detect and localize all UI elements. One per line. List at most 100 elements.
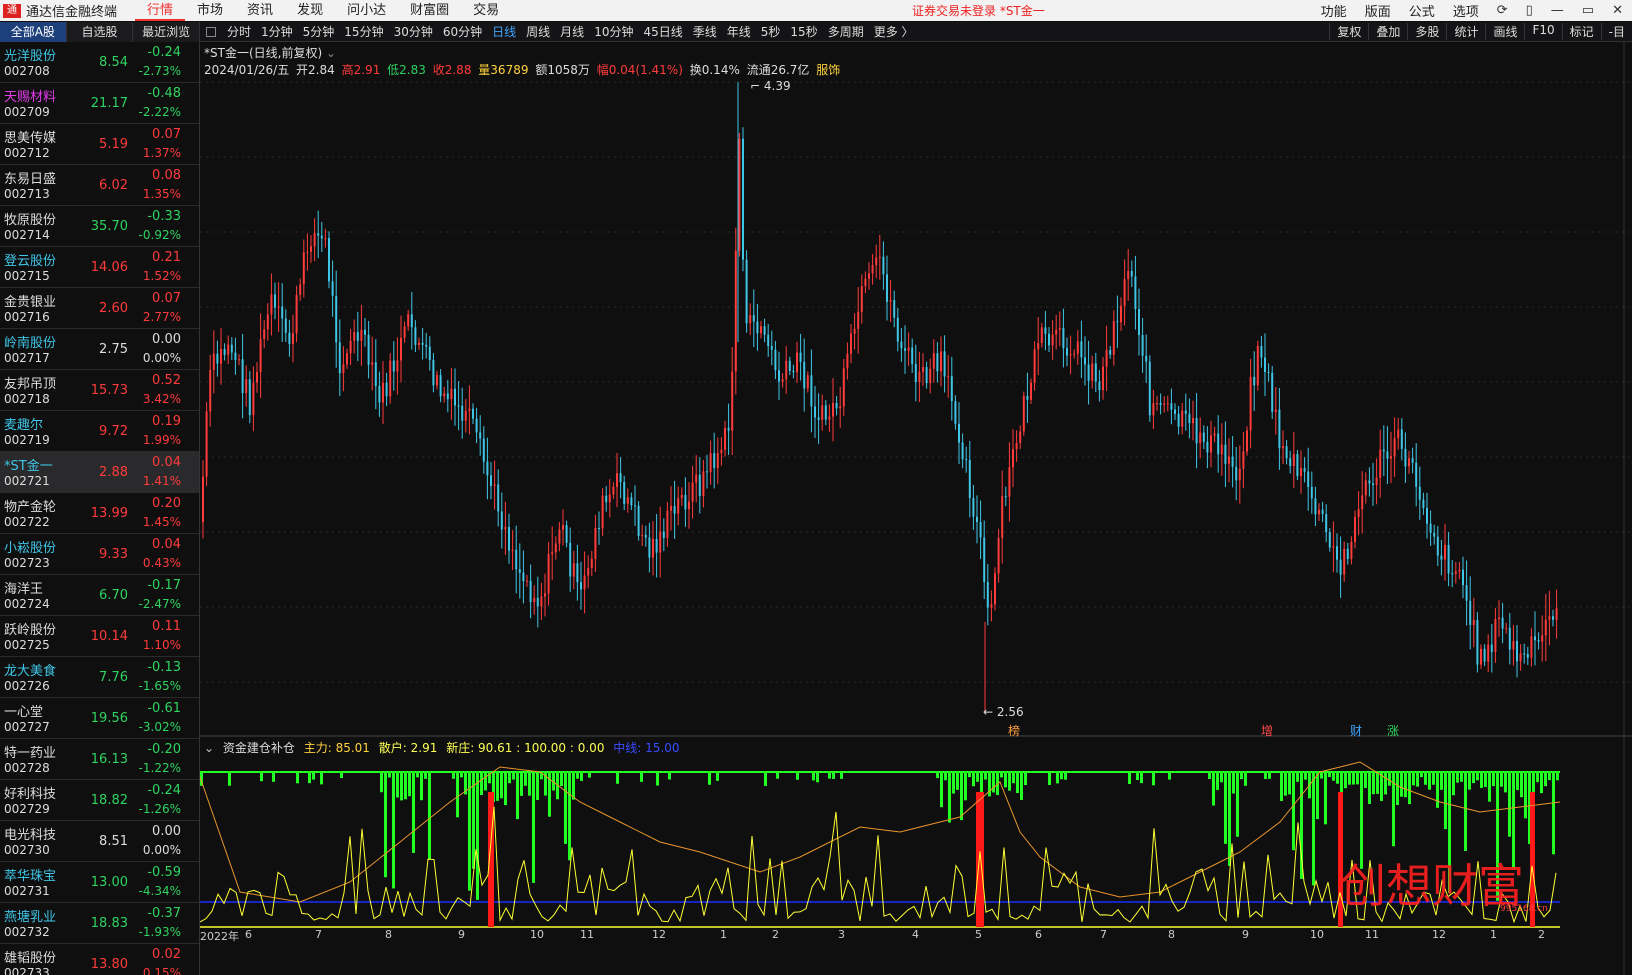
indicator-header: ⌄ 资金建仓补仓 主力: 85.01 散户: 2.91 新庄: 90.61 : … bbox=[204, 739, 685, 756]
period-item[interactable]: 季线 bbox=[688, 23, 722, 40]
period-item[interactable]: 10分钟 bbox=[589, 23, 638, 40]
indicator-toggle-icon[interactable]: ⌄ bbox=[204, 741, 214, 755]
candle-body bbox=[1393, 437, 1396, 457]
stock-row[interactable]: 一心堂 002727 19.56 -0.61 -3.02% bbox=[0, 698, 199, 739]
refresh-icon[interactable]: ⟳ bbox=[1488, 3, 1517, 18]
period-item[interactable]: 年线 bbox=[722, 23, 756, 40]
tool-button[interactable]: 统计 bbox=[1446, 23, 1485, 40]
candle-body bbox=[1217, 433, 1220, 455]
stock-row[interactable]: 麦趣尔 002719 9.72 0.19 1.99% bbox=[0, 411, 199, 452]
candle-body bbox=[274, 294, 276, 308]
candle-body bbox=[968, 460, 971, 499]
main-force-bar bbox=[1412, 772, 1415, 786]
period-item[interactable]: 1分钟 bbox=[256, 23, 298, 40]
stock-row[interactable]: 特一药业 002728 16.13 -0.20 -1.22% bbox=[0, 739, 199, 780]
period-item[interactable]: 日线 bbox=[487, 23, 521, 40]
event-tag-cai[interactable]: 财 bbox=[1350, 722, 1362, 739]
candle-body bbox=[796, 352, 798, 373]
period-item[interactable]: 多周期 bbox=[823, 23, 869, 40]
period-item[interactable]: 分时 bbox=[222, 23, 256, 40]
stock-row[interactable]: 登云股份 002715 14.06 0.21 1.52% bbox=[0, 247, 199, 288]
stock-row[interactable]: 龙大美食 002726 7.76 -0.13 -1.65% bbox=[0, 657, 199, 698]
stock-row[interactable]: 东易日盛 002713 6.02 0.08 1.35% bbox=[0, 165, 199, 206]
stock-row[interactable]: 好利科技 002729 18.82 -0.24 -1.26% bbox=[0, 780, 199, 821]
stock-row[interactable]: 天赐材料 002709 21.17 -0.48 -2.22% bbox=[0, 83, 199, 124]
period-item[interactable]: 更多 〉 bbox=[869, 23, 919, 40]
event-tag-bang[interactable]: 榜 bbox=[1008, 722, 1020, 739]
main-force-bar bbox=[1424, 772, 1427, 785]
stock-row[interactable]: 雄韬股份 002733 13.80 0.02 0.15% bbox=[0, 944, 199, 975]
candle-body bbox=[202, 476, 204, 522]
tab-recent[interactable]: 最近浏览 bbox=[133, 22, 201, 42]
stock-price: 6.70 bbox=[99, 588, 128, 603]
stock-row[interactable]: 思美传媒 002712 5.19 0.07 1.37% bbox=[0, 124, 199, 165]
minimize-icon[interactable]: — bbox=[1542, 3, 1573, 18]
period-item[interactable]: 60分钟 bbox=[438, 23, 487, 40]
main-force-bar bbox=[588, 772, 591, 778]
tool-button[interactable]: 多股 bbox=[1407, 23, 1446, 40]
period-item[interactable]: 5分钟 bbox=[298, 23, 340, 40]
menu-zixun[interactable]: 资讯 bbox=[235, 0, 285, 21]
phone-icon[interactable]: ▯ bbox=[1517, 3, 1542, 18]
main-force-bar bbox=[468, 772, 471, 891]
menu-gongshi[interactable]: 公式 bbox=[1400, 1, 1444, 20]
period-item[interactable]: 5秒 bbox=[756, 23, 786, 40]
menu-banmian[interactable]: 版面 bbox=[1356, 1, 1400, 20]
tool-button[interactable]: F10 bbox=[1524, 23, 1561, 40]
tab-watchlist[interactable]: 自选股 bbox=[67, 22, 134, 42]
main-force-bar bbox=[992, 772, 995, 793]
candle-body bbox=[976, 516, 978, 523]
menu-hangqing[interactable]: 行情 bbox=[135, 0, 186, 21]
tool-button[interactable]: 画线 bbox=[1485, 23, 1524, 40]
candle-body bbox=[846, 353, 849, 369]
main-force-bar bbox=[260, 772, 263, 782]
chevron-down-icon[interactable]: ⌄ bbox=[326, 46, 336, 60]
stock-row[interactable]: 岭南股份 002717 2.75 0.00 0.00% bbox=[0, 329, 199, 370]
x-axis-label: 6 bbox=[1035, 928, 1042, 941]
menu-xuanxiang[interactable]: 选项 bbox=[1444, 1, 1488, 20]
main-force-bar bbox=[960, 772, 963, 821]
stock-row[interactable]: 物产金轮 002722 13.99 0.20 1.45% bbox=[0, 493, 199, 534]
stock-row[interactable]: 燕塘乳业 002732 18.83 -0.37 -1.93% bbox=[0, 903, 199, 944]
main-force-bar bbox=[764, 772, 767, 786]
period-item[interactable]: 30分钟 bbox=[389, 23, 438, 40]
main-force-bar bbox=[272, 772, 275, 782]
candle-body bbox=[1156, 403, 1158, 405]
menu-shichang[interactable]: 市场 bbox=[185, 0, 235, 21]
kline-chart[interactable] bbox=[200, 42, 1632, 975]
period-item[interactable]: 月线 bbox=[555, 23, 589, 40]
stock-row[interactable]: 友邦吊顶 002718 15.73 0.52 3.42% bbox=[0, 370, 199, 411]
tool-button[interactable]: 标记 bbox=[1561, 23, 1601, 40]
period-item[interactable]: 45日线 bbox=[638, 23, 687, 40]
tool-button[interactable]: 叠加 bbox=[1368, 23, 1407, 40]
tool-button[interactable]: 复权 bbox=[1329, 23, 1368, 40]
stock-row[interactable]: 跃岭股份 002725 10.14 0.11 1.10% bbox=[0, 616, 199, 657]
maximize-icon[interactable]: ▭ bbox=[1573, 3, 1603, 18]
stock-row[interactable]: 光洋股份 002708 8.54 -0.24 -2.73% bbox=[0, 42, 199, 83]
tool-button[interactable]: -目 bbox=[1600, 23, 1632, 40]
stock-row[interactable]: 金贵银业 002716 2.60 0.07 2.77% bbox=[0, 288, 199, 329]
stock-row[interactable]: 小崧股份 002723 9.33 0.04 0.43% bbox=[0, 534, 199, 575]
stock-row[interactable]: 牧原股份 002714 35.70 -0.33 -0.92% bbox=[0, 206, 199, 247]
stock-row[interactable]: 海洋王 002724 6.70 -0.17 -2.47% bbox=[0, 575, 199, 616]
event-tag-zhang[interactable]: 涨 bbox=[1387, 722, 1399, 739]
menu-jiaoyi[interactable]: 交易 bbox=[461, 0, 511, 21]
stock-row[interactable]: 萃华珠宝 002731 13.00 -0.59 -4.34% bbox=[0, 862, 199, 903]
panel-toggle-icon[interactable] bbox=[206, 26, 216, 37]
candle-body bbox=[1300, 468, 1302, 477]
quote-sector[interactable]: 服饰 bbox=[816, 63, 840, 77]
main-force-bar bbox=[396, 772, 399, 798]
close-icon[interactable]: ✕ bbox=[1603, 3, 1632, 18]
menu-caifuquan[interactable]: 财富圈 bbox=[398, 0, 461, 21]
stock-row[interactable]: 电光科技 002730 8.51 0.00 0.00% bbox=[0, 821, 199, 862]
tab-all-a-shares[interactable]: 全部A股 bbox=[0, 22, 67, 42]
period-item[interactable]: 周线 bbox=[521, 23, 555, 40]
menu-gongneng[interactable]: 功能 bbox=[1312, 1, 1356, 20]
indicator-name[interactable]: 资金建仓补仓 bbox=[223, 741, 295, 755]
stock-row[interactable]: *ST金一 002721 2.88 0.04 1.41% bbox=[0, 452, 199, 493]
period-item[interactable]: 15分钟 bbox=[339, 23, 388, 40]
period-item[interactable]: 15秒 bbox=[785, 23, 822, 40]
event-tag-zeng[interactable]: 增 bbox=[1261, 722, 1273, 739]
menu-wenxiaoda[interactable]: 问小达 bbox=[335, 0, 398, 21]
menu-faxian[interactable]: 发现 bbox=[285, 0, 335, 21]
